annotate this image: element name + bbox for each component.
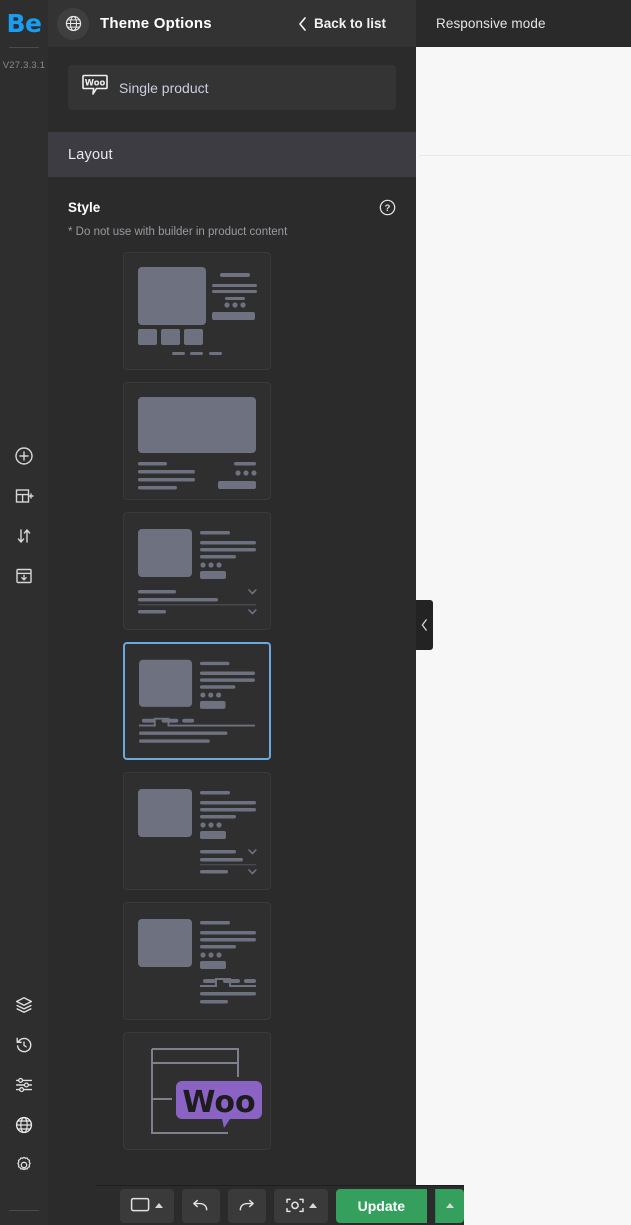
preview-top-bar: Responsive mode bbox=[416, 0, 631, 47]
svg-text:Woo: Woo bbox=[182, 1085, 255, 1120]
object-selector-label: Single product bbox=[119, 79, 209, 96]
back-to-list-label: Back to list bbox=[313, 16, 386, 31]
layers-button[interactable] bbox=[0, 985, 48, 1025]
svg-text:?: ? bbox=[385, 203, 391, 214]
section-header-label: Layout bbox=[68, 146, 113, 163]
redo-button[interactable] bbox=[227, 1188, 266, 1223]
settings-button[interactable] bbox=[0, 1145, 48, 1185]
preview-button[interactable] bbox=[273, 1188, 328, 1223]
rail-bottom-group bbox=[0, 985, 48, 1185]
global-settings-button[interactable] bbox=[0, 1065, 48, 1105]
chevron-up-icon bbox=[308, 1203, 317, 1208]
field-header-style: Style ? bbox=[68, 199, 396, 216]
field-note-style: * Do not use with builder in product con… bbox=[68, 226, 288, 238]
rail-middle-group bbox=[0, 436, 48, 596]
help-button[interactable]: ? bbox=[379, 199, 396, 216]
preview-content-divider bbox=[419, 155, 631, 156]
left-icon-rail: Be V27.3.3.1 bbox=[0, 0, 48, 1225]
style-option-4[interactable] bbox=[123, 642, 271, 760]
woo-icon: Woo bbox=[82, 74, 108, 101]
chevron-up-icon bbox=[446, 1203, 455, 1208]
update-button-label: Update bbox=[357, 1197, 406, 1214]
add-section-icon bbox=[15, 489, 34, 503]
theme-options-screen: Responsive mode Be V27.3.3.1 Theme Optio… bbox=[0, 0, 631, 1225]
style-preview-gallery-thumbs-below bbox=[138, 267, 257, 355]
style-option-2[interactable] bbox=[123, 382, 271, 500]
style-option-6[interactable] bbox=[123, 902, 271, 1020]
style-preview-accordion-right bbox=[138, 789, 257, 875]
save-template-button[interactable] bbox=[0, 556, 48, 596]
brand-logo[interactable]: Be bbox=[0, 0, 48, 47]
save-template-icon bbox=[16, 568, 32, 584]
redo-arrow-icon bbox=[239, 1199, 255, 1211]
update-button[interactable]: Update bbox=[335, 1188, 428, 1223]
history-icon bbox=[16, 1037, 32, 1053]
panel-header: Theme Options Back to list bbox=[48, 0, 416, 47]
style-option-list: Woo bbox=[48, 252, 416, 1150]
style-option-5[interactable] bbox=[123, 772, 271, 890]
chevron-left-icon bbox=[421, 619, 427, 631]
monitor-icon bbox=[131, 1197, 150, 1212]
theme-options-button[interactable] bbox=[0, 1105, 48, 1145]
viewport-desktop-button[interactable] bbox=[120, 1188, 174, 1223]
add-section-button[interactable] bbox=[0, 476, 48, 516]
style-option-1[interactable] bbox=[123, 252, 271, 370]
gear-icon bbox=[17, 1156, 31, 1171]
back-to-list-button[interactable]: Back to list bbox=[298, 16, 386, 31]
sliders-icon bbox=[15, 1077, 33, 1093]
panel-globe-badge bbox=[57, 7, 89, 40]
question-circle-icon: ? bbox=[379, 199, 396, 216]
globe-icon bbox=[65, 15, 81, 32]
rail-bottom-divider bbox=[9, 1210, 39, 1211]
theme-options-panel: Theme Options Back to list Woo Single pr… bbox=[48, 0, 465, 1225]
history-button[interactable] bbox=[0, 1025, 48, 1065]
chevron-left-icon bbox=[299, 16, 306, 31]
chevron-up-icon bbox=[155, 1203, 164, 1208]
responsive-mode-label[interactable]: Responsive mode bbox=[436, 16, 546, 31]
add-element-button[interactable] bbox=[0, 436, 48, 476]
style-option-7[interactable]: Woo bbox=[123, 1032, 271, 1150]
brand-logo-text: Be bbox=[6, 9, 42, 38]
preview-canvas[interactable] bbox=[416, 0, 631, 1225]
section-header-layout[interactable]: Layout bbox=[48, 132, 416, 177]
undo-button[interactable] bbox=[181, 1188, 220, 1223]
style-preview-tabs-right bbox=[138, 919, 256, 1004]
update-options-button[interactable] bbox=[435, 1188, 465, 1223]
style-preview-wide-image-top bbox=[138, 397, 257, 490]
style-preview-tabs-left bbox=[139, 659, 255, 743]
undo-arrow-icon bbox=[193, 1199, 208, 1211]
page-title: Theme Options bbox=[100, 15, 212, 32]
panel-body: Woo Single product Layout Style ? * Do n… bbox=[48, 47, 416, 1185]
svg-text:Woo: Woo bbox=[85, 77, 106, 87]
field-label-style: Style bbox=[68, 200, 101, 215]
rail-divider bbox=[9, 47, 39, 48]
style-preview-accordion-left bbox=[138, 529, 257, 615]
panel-collapse-handle[interactable] bbox=[416, 600, 433, 650]
layers-icon bbox=[15, 997, 33, 1013]
style-option-3[interactable] bbox=[123, 512, 271, 630]
style-preview-woocommerce-default: Woo bbox=[151, 1048, 262, 1134]
preview-frame-icon bbox=[285, 1198, 304, 1213]
version-label: V27.3.3.1 bbox=[2, 60, 46, 71]
object-selector-single-product[interactable]: Woo Single product bbox=[68, 65, 396, 110]
reorder-sections-button[interactable] bbox=[0, 516, 48, 556]
plus-circle-icon bbox=[15, 447, 33, 465]
editor-bottom-toolbar: Update bbox=[96, 1185, 465, 1225]
globe-icon bbox=[15, 1116, 33, 1134]
sort-arrows-icon bbox=[17, 529, 31, 543]
